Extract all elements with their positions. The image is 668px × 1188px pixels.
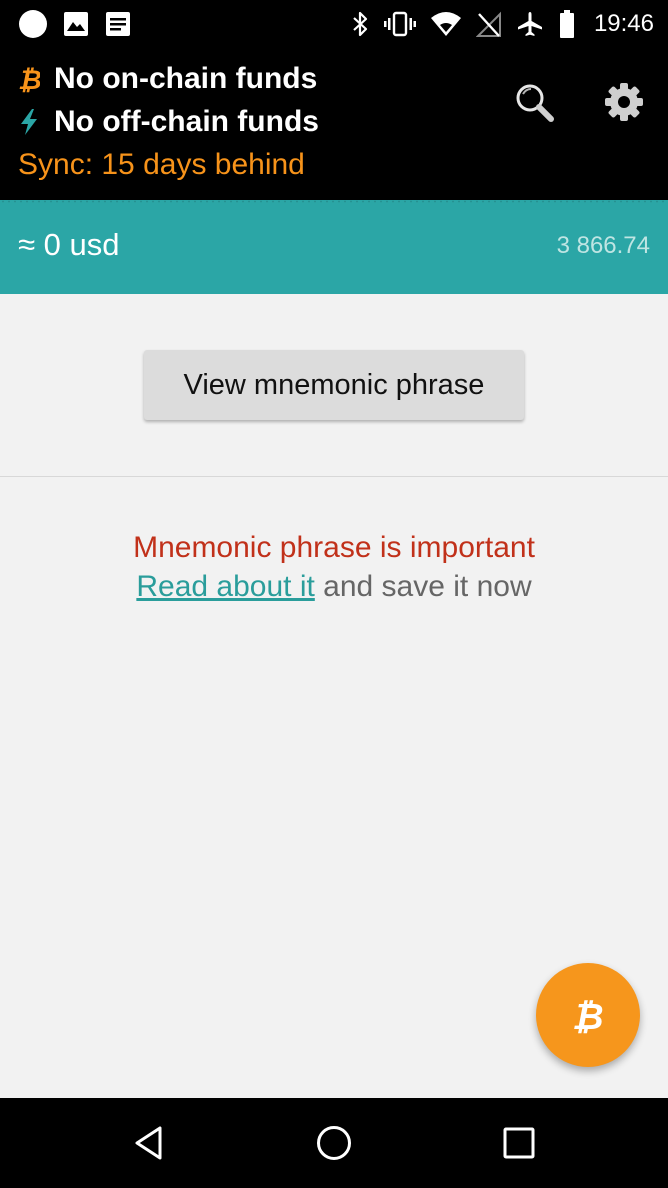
read-about-link[interactable]: Read about it: [136, 570, 314, 603]
notes-icon: [106, 12, 130, 36]
bluetooth-icon: [353, 11, 368, 37]
home-button[interactable]: [309, 1120, 359, 1166]
sync-status: Sync: 15 days behind: [18, 148, 305, 181]
no-signal-icon: [475, 11, 501, 37]
svg-text:₿: ₿: [18, 65, 40, 94]
onchain-row: ₿ No on-chain funds: [18, 62, 317, 96]
save-now-text: and save it now: [323, 570, 532, 603]
airplane-icon: [517, 12, 542, 36]
bitcoin-fab-button[interactable]: ₿: [536, 963, 640, 1067]
search-button[interactable]: [506, 74, 562, 130]
search-icon: [516, 84, 554, 122]
back-button[interactable]: [124, 1120, 174, 1166]
wifi-icon: [430, 12, 461, 36]
back-icon: [135, 1126, 162, 1160]
vibrate-icon: [383, 11, 416, 37]
home-icon: [317, 1126, 351, 1160]
offchain-row: No off-chain funds: [18, 105, 319, 139]
balance-band: ≈ 0 usd 3 866.74: [0, 200, 668, 294]
mnemonic-warning: Mnemonic phrase is important: [133, 531, 535, 564]
sync-row: Sync: 15 days behind: [18, 148, 305, 182]
navigation-bar: [0, 1098, 668, 1188]
exchange-rate: 3 866.74: [556, 232, 650, 259]
wallet-header: ₿ No on-chain funds No off-chain funds S…: [0, 48, 668, 200]
divider: [0, 476, 668, 477]
lightning-icon: [18, 105, 44, 139]
bitcoin-icon: ₿: [18, 62, 44, 96]
read-about-line: Read about it and save it now: [0, 570, 668, 604]
bitcoin-icon: ₿: [572, 996, 604, 1037]
recents-icon: [503, 1127, 535, 1159]
band-texture: [0, 200, 668, 203]
onchain-funds-label: No on-chain funds: [54, 62, 318, 95]
svg-text:₿: ₿: [572, 996, 604, 1037]
fiat-balance: ≈ 0 usd: [18, 227, 120, 262]
image-icon: [64, 12, 88, 36]
gear-icon: [605, 83, 643, 121]
settings-button[interactable]: [596, 74, 652, 130]
view-mnemonic-button[interactable]: View mnemonic phrase: [144, 350, 524, 420]
recents-button[interactable]: [494, 1120, 544, 1166]
status-bar: 19:46: [0, 0, 668, 48]
circle-icon: [19, 10, 47, 38]
offchain-funds-label: No off-chain funds: [54, 105, 319, 138]
battery-icon: [559, 10, 574, 38]
status-bar-left: [18, 8, 132, 40]
status-bar-right: 19:46: [350, 8, 654, 40]
status-time: 19:46: [593, 10, 654, 37]
